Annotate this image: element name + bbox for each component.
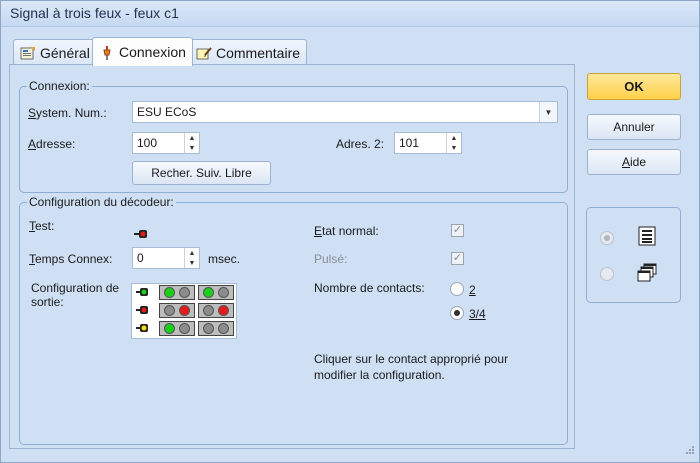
contact-cell[interactable]	[159, 321, 195, 336]
view-radio-list[interactable]	[600, 231, 614, 245]
time-stepper[interactable]: 0 ▲ ▼	[132, 247, 200, 269]
contacts-radio-34[interactable]	[450, 306, 464, 320]
tab-commentaire[interactable]: Commentaire	[189, 39, 308, 65]
address2-value: 101	[399, 136, 420, 150]
config-label-line1: Configuration de	[31, 281, 120, 295]
signal-row	[132, 302, 236, 319]
tab-general[interactable]: Général	[13, 39, 97, 65]
contact-cell[interactable]	[159, 285, 195, 300]
system-label: System. Num.:	[28, 106, 107, 120]
contact-cell[interactable]	[159, 303, 195, 318]
general-icon	[20, 46, 36, 60]
signal-test-icon[interactable]	[134, 227, 148, 241]
lamp-red-icon	[218, 305, 229, 316]
lamp-off-icon	[218, 287, 229, 298]
tab-connexion[interactable]: Connexion	[92, 37, 193, 66]
contacts-label: Nombre de contacts:	[314, 281, 425, 295]
normal-state-checkbox[interactable]: ✓	[451, 224, 464, 237]
connection-icon	[99, 45, 115, 60]
contact-cell[interactable]	[198, 321, 234, 336]
lamp-red-icon	[179, 305, 190, 316]
spin-down-icon[interactable]: ▼	[185, 143, 199, 153]
title-bar[interactable]: Signal à trois feux - feux c1	[1, 1, 699, 27]
tab-commentaire-label: Commentaire	[216, 44, 301, 61]
comment-icon	[196, 46, 212, 60]
signal-row	[132, 284, 236, 301]
contacts-option-34: 3/4	[469, 307, 486, 321]
list-view-icon	[638, 226, 656, 249]
window-title: Signal à trois feux - feux c1	[10, 5, 179, 21]
dialog-window: Signal à trois feux - feux c1 Général Co…	[0, 0, 700, 463]
output-config-grid	[131, 283, 237, 339]
tab-connexion-label: Connexion	[119, 44, 186, 60]
pulse-label: Pulsé:	[314, 252, 348, 266]
decoder-legend: Configuration du décodeur:	[27, 195, 176, 209]
hint-text-line2: modifier la configuration.	[314, 368, 445, 382]
resize-grip-icon[interactable]	[685, 444, 695, 458]
system-select-value: ESU ECoS	[137, 105, 197, 119]
time-spin-buttons[interactable]: ▲ ▼	[184, 248, 199, 268]
system-select[interactable]: ESU ECoS ▼	[132, 101, 558, 123]
spin-down-icon[interactable]: ▼	[185, 258, 199, 268]
signal-head-yellow-icon	[136, 324, 148, 332]
contacts-radio-2[interactable]	[450, 282, 464, 296]
spin-up-icon[interactable]: ▲	[447, 133, 461, 143]
cancel-button[interactable]: Annuler	[587, 114, 681, 140]
lamp-green-icon	[203, 287, 214, 298]
search-free-button[interactable]: Recher. Suiv. Libre	[132, 161, 271, 185]
connexion-legend: Connexion:	[27, 79, 92, 93]
help-button[interactable]: Aide	[587, 149, 681, 175]
lamp-off-icon	[179, 287, 190, 298]
contact-cell[interactable]	[198, 303, 234, 318]
address-label: Adresse:	[28, 137, 76, 151]
lamp-off-icon	[179, 323, 190, 334]
view-radio-windows[interactable]	[600, 267, 614, 281]
lamp-off-icon	[218, 323, 229, 334]
ok-button[interactable]: OK	[587, 73, 681, 100]
view-options-group	[586, 207, 681, 303]
tab-general-label: Général	[40, 44, 90, 61]
config-label-line2: sortie:	[31, 295, 64, 309]
lamp-off-icon	[164, 305, 175, 316]
time-unit: msec.	[208, 252, 241, 266]
address2-spin-buttons[interactable]: ▲ ▼	[446, 133, 461, 153]
spin-down-icon[interactable]: ▼	[447, 143, 461, 153]
lamp-green-icon	[164, 323, 175, 334]
normal-state-label: Etat normal:	[314, 224, 379, 238]
chevron-down-icon[interactable]: ▼	[539, 102, 557, 122]
address2-label: Adres. 2:	[336, 137, 385, 151]
lamp-off-icon	[203, 305, 214, 316]
address-spin-buttons[interactable]: ▲ ▼	[184, 133, 199, 153]
address-value: 100	[137, 136, 158, 150]
hint-text-line1: Cliquer sur le contact approprié pour	[314, 352, 509, 366]
window-stack-icon	[637, 263, 657, 286]
address-stepper[interactable]: 100 ▲ ▼	[132, 132, 200, 154]
address2-stepper[interactable]: 101 ▲ ▼	[394, 132, 462, 154]
signal-row	[132, 320, 236, 337]
spin-up-icon[interactable]: ▲	[185, 248, 199, 258]
contacts-option-2: 2	[469, 283, 476, 297]
contact-cell[interactable]	[198, 285, 234, 300]
lamp-green-icon	[164, 287, 175, 298]
decoder-group: Configuration du décodeur:	[19, 195, 568, 445]
lamp-off-icon	[203, 323, 214, 334]
test-label: Test:	[29, 219, 55, 233]
pulse-checkbox[interactable]: ✓	[451, 252, 464, 265]
signal-head-green-icon	[136, 288, 148, 296]
time-value: 0	[137, 251, 144, 265]
time-label: Temps Connex:	[29, 252, 113, 266]
spin-up-icon[interactable]: ▲	[185, 133, 199, 143]
signal-head-red-icon	[136, 306, 148, 314]
